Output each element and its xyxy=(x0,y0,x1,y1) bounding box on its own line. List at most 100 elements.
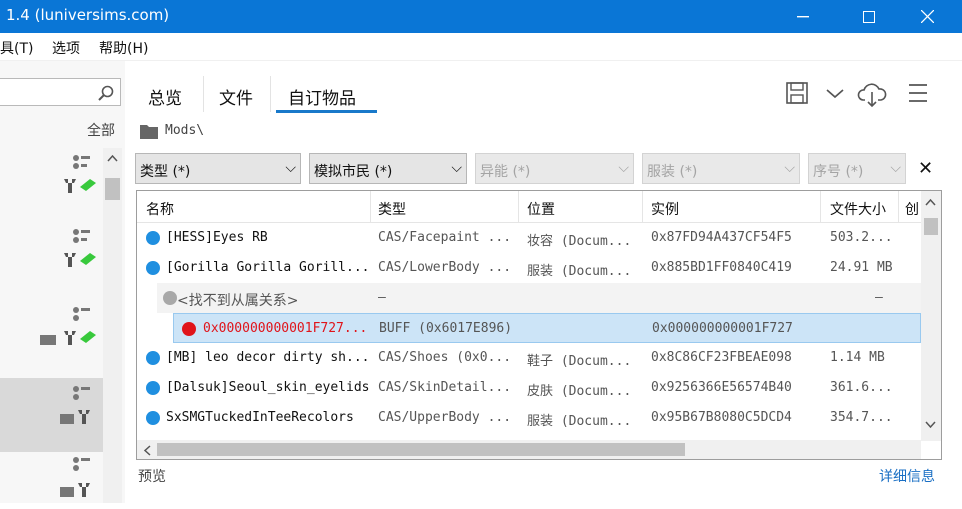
chevron-up-icon xyxy=(107,154,118,162)
camera-wrench-tag-icon xyxy=(40,307,96,345)
cell-name: <找不到从属关系> xyxy=(177,293,299,309)
menu-help[interactable]: 帮助(H) xyxy=(99,38,148,58)
chevron-up-icon xyxy=(925,198,936,206)
chevron-down-icon: ⌵ xyxy=(890,160,901,176)
save-dropdown-button[interactable] xyxy=(822,80,850,108)
col-name[interactable]: 名称 xyxy=(146,199,174,219)
cell-type: CAS/UpperBody ... xyxy=(378,410,512,425)
cell-size: 503.2... xyxy=(830,230,893,245)
chevron-down-icon: ⌵ xyxy=(285,160,296,176)
cell-name: [MB] leo decor dirty sh... xyxy=(166,350,370,365)
sidebar: 全部 xyxy=(0,61,125,503)
table-row[interactable]: <找不到从属关系> — — xyxy=(157,283,921,313)
cell-size: 24.91 MB xyxy=(830,260,893,275)
col-location[interactable]: 位置 xyxy=(527,199,555,219)
minimize-icon xyxy=(797,15,809,17)
close-window-button[interactable] xyxy=(904,0,950,33)
scroll-thumb[interactable] xyxy=(157,443,685,456)
status-dot-icon xyxy=(182,322,196,336)
clear-filters-button[interactable]: ✕ xyxy=(918,158,933,179)
filter-icon-group[interactable] xyxy=(38,227,98,277)
scroll-thumb[interactable] xyxy=(105,178,120,200)
status-dot-icon xyxy=(146,411,160,425)
menu-options[interactable]: 选项 xyxy=(52,38,80,58)
cell-size: 354.7... xyxy=(830,410,893,425)
status-dot-icon xyxy=(163,291,177,305)
table-row[interactable]: 0x000000000001F727... BUFF (0x6017E896) 0x… xyxy=(173,313,921,343)
cell-type: CAS/LowerBody ... xyxy=(378,260,512,275)
cell-inst: 0x87FD94A437CF54F5 xyxy=(651,230,792,245)
cell-loc: 皮肤 (Docum... xyxy=(527,384,632,399)
details-link[interactable]: 详细信息 xyxy=(879,466,935,486)
status-dot-icon xyxy=(146,381,160,395)
sidebar-all-label[interactable]: 全部 xyxy=(87,120,115,140)
cell-type: BUFF (0x6017E896) xyxy=(379,321,513,336)
chevron-down-icon xyxy=(925,421,936,429)
folder-icon xyxy=(140,125,158,139)
cell-inst: 0x885BD1FF0840C419 xyxy=(651,260,792,275)
table-header: 名称 类型 位置 实例 文件大小 创 xyxy=(137,191,921,223)
menu-bar: 具(T) 选项 帮助(H) xyxy=(0,33,962,61)
col-size[interactable]: 文件大小 xyxy=(830,199,886,219)
status-dot-icon xyxy=(146,351,160,365)
wrench-tag-icon xyxy=(64,229,96,267)
filter-icon-group[interactable] xyxy=(38,455,98,505)
search-icon xyxy=(98,85,114,101)
cell-size: 361.6... xyxy=(830,380,893,395)
table-row[interactable]: SxSMGTuckedInTeeRecolors CAS/UpperBody ..… xyxy=(137,403,921,433)
scroll-thumb[interactable] xyxy=(924,218,938,235)
cell-loc: 鞋子 (Docum... xyxy=(527,354,632,369)
sidebar-scrollbar[interactable] xyxy=(103,148,122,503)
tab-custom-content[interactable]: 自订物品 xyxy=(288,84,356,109)
close-icon xyxy=(920,10,934,23)
cell-name: [Gorilla Gorilla Gorill... xyxy=(166,260,370,275)
menu-button[interactable] xyxy=(905,80,933,108)
search-input[interactable] xyxy=(0,78,121,106)
cell-inst: 0x000000000001F727 xyxy=(652,321,793,336)
table-row[interactable]: [Gorilla Gorilla Gorill... CAS/LowerBody … xyxy=(137,253,921,283)
status-dot-icon xyxy=(146,261,160,275)
cell-inst: 0x95B67B8080C5DCD4 xyxy=(651,410,792,425)
minimize-button[interactable] xyxy=(780,0,826,33)
hamburger-icon xyxy=(909,84,927,102)
filter-sim[interactable]: 模拟市民 (*) ⌵ xyxy=(309,153,467,184)
filter-index: 序号 (*) ⌵ xyxy=(808,153,906,184)
title-bar: 1.4 (luniversims.com) xyxy=(0,0,962,33)
cell-loc: 妆容 (Docum... xyxy=(527,234,632,249)
filter-type[interactable]: 类型 (*) ⌵ xyxy=(135,153,301,184)
col-created[interactable]: 创 xyxy=(905,199,919,219)
maximize-icon xyxy=(863,10,875,23)
save-icon xyxy=(786,82,808,104)
cell-name: SxSMGTuckedInTeeRecolors xyxy=(166,410,354,425)
table-vertical-scrollbar[interactable] xyxy=(921,191,941,441)
col-instance[interactable]: 实例 xyxy=(651,199,679,219)
filter-icon-group[interactable] xyxy=(38,305,98,355)
cell-inst: 0x9256366E56574B40 xyxy=(651,380,792,395)
preview-label: 预览 xyxy=(138,469,166,485)
content-table: 名称 类型 位置 实例 文件大小 创 [HESS]Eyes RB CAS/Face… xyxy=(136,190,942,460)
cell-size: 1.14 MB xyxy=(830,350,885,365)
table-row[interactable]: [Dalsuk]Seoul_skin_eyelids CAS/SkinDetail… xyxy=(137,373,921,403)
filter-icon-group[interactable] xyxy=(38,153,98,203)
col-type[interactable]: 类型 xyxy=(378,199,406,219)
window-title: 1.4 (luniversims.com) xyxy=(6,6,170,24)
cell-type: CAS/SkinDetail... xyxy=(378,380,512,395)
save-button[interactable] xyxy=(784,80,812,108)
cell-name: [Dalsuk]Seoul_skin_eyelids xyxy=(166,380,370,395)
table-row[interactable]: [HESS]Eyes RB CAS/Facepaint ... 妆容 (Docum.… xyxy=(137,223,921,253)
active-tab-indicator xyxy=(276,110,377,113)
maximize-button[interactable] xyxy=(846,0,892,33)
cell-type: CAS/Facepaint ... xyxy=(378,230,512,245)
sidebar-item-selected[interactable] xyxy=(0,378,103,452)
filter-trait: 异能 (*) ⌵ xyxy=(475,153,634,184)
table-horizontal-scrollbar[interactable] xyxy=(137,440,921,459)
menu-tools[interactable]: 具(T) xyxy=(0,38,33,58)
camera-wrench-icon xyxy=(60,386,90,424)
cloud-download-button[interactable] xyxy=(857,80,887,108)
cell-inst: 0x8C86CF23FBEAE098 xyxy=(651,350,792,365)
tab-overview[interactable]: 总览 xyxy=(148,84,182,109)
cell-name: [HESS]Eyes RB xyxy=(166,230,268,245)
table-row[interactable]: [MB] leo decor dirty sh... CAS/Shoes (0x0… xyxy=(137,343,921,373)
wrench-tag-icon xyxy=(64,155,96,193)
tab-files[interactable]: 文件 xyxy=(219,84,253,109)
